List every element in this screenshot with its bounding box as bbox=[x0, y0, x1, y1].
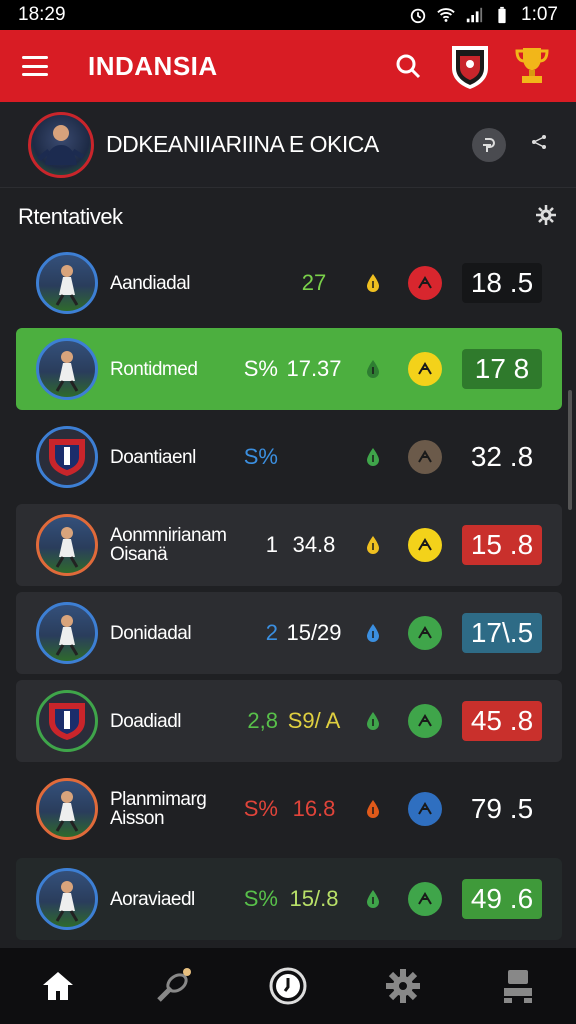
settings-icon[interactable] bbox=[536, 205, 556, 231]
club-crest-avatar bbox=[36, 690, 98, 752]
trend-indicator-icon bbox=[350, 273, 396, 293]
wifi-icon bbox=[437, 8, 455, 22]
profile-avatar[interactable] bbox=[28, 111, 94, 178]
player-avatar bbox=[36, 514, 98, 576]
app-title: INDANSIA bbox=[88, 50, 218, 81]
status-icons: 1:07 bbox=[409, 4, 558, 26]
trend-indicator-icon bbox=[350, 889, 396, 909]
score-badge: 15 .8 bbox=[462, 525, 542, 565]
status-bar: 18:29 1:07 bbox=[0, 0, 576, 30]
score-badge: 18 .5 bbox=[462, 263, 542, 303]
player-name: Donidadal bbox=[110, 622, 192, 644]
status-time: 18:29 bbox=[18, 4, 66, 25]
trend-indicator-icon bbox=[350, 623, 396, 643]
stat-primary: S% bbox=[243, 356, 278, 381]
signal-icon bbox=[466, 7, 483, 23]
trophy-icon[interactable] bbox=[510, 44, 554, 88]
trend-indicator-icon bbox=[350, 799, 396, 819]
list-item[interactable]: Aoraviaedl S% 15/.8 49 .6 bbox=[16, 858, 562, 940]
trend-indicator-icon bbox=[350, 711, 396, 731]
player-avatar bbox=[36, 868, 98, 930]
stat-primary: 1 bbox=[265, 532, 278, 557]
info-icon[interactable] bbox=[472, 127, 506, 162]
club-crest-avatar bbox=[36, 426, 98, 488]
menu-icon[interactable] bbox=[22, 56, 48, 76]
profile-header: DDKEANIIARIINA E OKICA bbox=[0, 102, 576, 188]
search-icon[interactable] bbox=[386, 44, 430, 88]
player-name: Doantiaenl bbox=[110, 446, 196, 468]
status-badge-icon[interactable] bbox=[408, 528, 442, 562]
player-avatar bbox=[36, 778, 98, 840]
score-badge: 49 .6 bbox=[462, 879, 542, 919]
score-badge: 17 8 bbox=[462, 349, 542, 389]
score-badge: 79 .5 bbox=[470, 793, 534, 824]
bottom-nav bbox=[0, 948, 576, 1024]
clock-icon[interactable] bbox=[258, 956, 318, 1016]
app-bar: INDANSIA bbox=[0, 30, 576, 102]
status-badge-icon[interactable] bbox=[408, 616, 442, 650]
settings-icon[interactable] bbox=[373, 956, 433, 1016]
home-icon[interactable] bbox=[28, 956, 88, 1016]
stat-primary: S% bbox=[243, 444, 278, 469]
list-item[interactable]: Doadiadl 2,8 S9/ A 45 .8 bbox=[16, 680, 562, 762]
list-item[interactable]: Rontidmed S% 17.37 17 8 bbox=[16, 328, 562, 410]
stat-secondary: S9/ A bbox=[287, 708, 341, 733]
scrollbar[interactable] bbox=[568, 390, 572, 510]
score-badge: 17\.5 bbox=[462, 613, 542, 653]
status-badge-icon[interactable] bbox=[408, 440, 442, 474]
trend-indicator-icon bbox=[350, 359, 396, 379]
player-name: Aandiadal bbox=[110, 272, 191, 294]
stat-secondary: 16.8 bbox=[292, 796, 336, 821]
stat-primary: S% bbox=[243, 796, 278, 821]
score-badge: 45 .8 bbox=[462, 701, 542, 741]
status-badge-icon[interactable] bbox=[408, 352, 442, 386]
list-item[interactable]: Aandiadal 27 18 .5 bbox=[16, 242, 562, 324]
status-badge-icon[interactable] bbox=[408, 704, 442, 738]
stat-secondary: 15/29 bbox=[286, 620, 342, 645]
trend-indicator-icon bbox=[350, 447, 396, 467]
player-name: Rontidmed bbox=[110, 358, 198, 380]
battery-icon bbox=[498, 6, 506, 24]
stat-primary: 2,8 bbox=[247, 708, 278, 733]
status-clock: 1:07 bbox=[521, 4, 558, 25]
score-badge: 32 .8 bbox=[470, 441, 534, 472]
profile-name: DDKEANIIARIINA E OKICA bbox=[106, 131, 379, 157]
stats-icon[interactable] bbox=[143, 956, 203, 1016]
share-icon[interactable] bbox=[530, 133, 548, 156]
player-name: Planmimarg Aisson bbox=[110, 789, 207, 829]
player-name: Aonmnirianam Oisanä bbox=[110, 525, 227, 565]
section-title: Rtentativek bbox=[18, 204, 123, 229]
profile-icon[interactable] bbox=[488, 956, 548, 1016]
trend-indicator-icon bbox=[350, 535, 396, 555]
player-avatar bbox=[36, 252, 98, 314]
club-crest-icon[interactable] bbox=[448, 44, 492, 89]
player-avatar bbox=[36, 602, 98, 664]
stat-primary: 2 bbox=[265, 620, 278, 645]
alarm-icon bbox=[410, 8, 426, 24]
stat-secondary: 34.8 bbox=[292, 532, 336, 557]
list-item[interactable]: Planmimarg Aisson S% 16.8 79 .5 bbox=[16, 768, 562, 850]
list-item[interactable]: Donidadal 2 15/29 17\.5 bbox=[16, 592, 562, 674]
player-name: Doadiadl bbox=[110, 710, 182, 732]
stat-primary: S% bbox=[243, 886, 278, 911]
status-badge-icon[interactable] bbox=[408, 882, 442, 916]
player-avatar bbox=[36, 338, 98, 400]
stat-secondary: 17.37 bbox=[286, 356, 342, 381]
status-badge-icon[interactable] bbox=[408, 792, 442, 826]
stat-secondary: 15/.8 bbox=[289, 886, 339, 911]
player-name: Aoraviaedl bbox=[110, 888, 195, 910]
status-badge-icon[interactable] bbox=[408, 266, 442, 300]
list-item[interactable]: Aonmnirianam Oisanä 1 34.8 15 .8 bbox=[16, 504, 562, 586]
stat-secondary: 27 bbox=[301, 270, 327, 295]
list-item[interactable]: Doantiaenl S% 32 .8 bbox=[16, 416, 562, 498]
